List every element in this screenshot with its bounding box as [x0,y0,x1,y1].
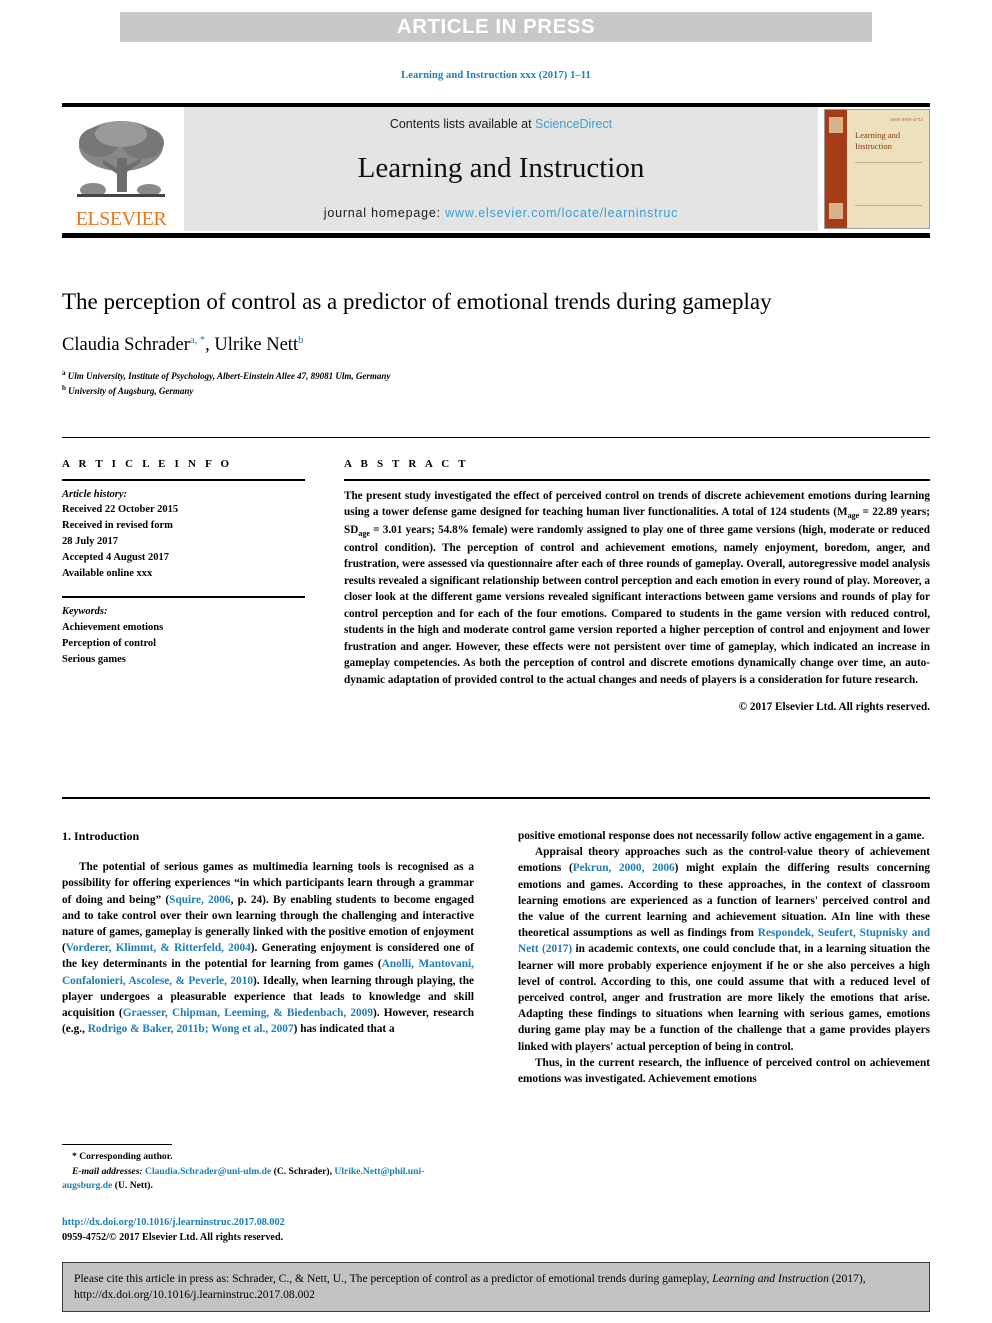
citation-link[interactable]: Rodrigo & Baker, 2011b; Wong et al., 200… [88,1023,294,1035]
abstract-part-1: The present study investigated the effec… [344,489,930,518]
keywords-label: Keywords: [62,605,108,617]
abstract-sub-age-2: age [358,529,370,539]
journal-running-head: Learning and Instruction xxx (2017) 1–11 [401,70,591,81]
citation-link[interactable]: Vorderer, Klimmt, & Ritterfeld, 2004 [66,942,251,954]
citation-link[interactable]: Squire, 2006 [169,894,230,906]
cover-title: Learning and Instruction [855,130,923,151]
doi-block: http://dx.doi.org/10.1016/j.learninstruc… [62,1215,474,1246]
cover-issn-text: ISSN 0959-4752 [890,117,923,122]
author-2-markers[interactable]: b [298,335,303,346]
citation-link[interactable]: Pekrun, 2000, 2006 [573,862,675,874]
cover-divider-top [855,162,922,163]
article-in-press-banner: ARTICLE IN PRESS [120,12,872,42]
abstract-part-3: = 3.01 years; 54.8% female) were randoml… [344,523,930,686]
body-paragraph: Appraisal theory approaches such as the … [518,844,930,1055]
cover-spine [825,110,847,228]
body-text: in academic contexts, one could conclude… [518,943,930,1053]
article-history-line: 28 July 2017 [62,536,119,548]
doi-link[interactable]: http://dx.doi.org/10.1016/j.learninstruc… [62,1215,474,1230]
affiliation-text-a: Ulm University, Institute of Psychology,… [67,370,391,381]
cover-title-line2: Instruction [855,140,892,151]
article-history-label: Article history: [62,488,128,500]
email-addresses-note: E-mail addresses: Claudia.Schrader@uni-u… [62,1165,474,1194]
keyword-item: Achievement emotions [62,621,164,633]
cover-spine-mark-top [829,117,843,133]
journal-homepage-line: journal homepage: www.elsevier.com/locat… [324,206,678,220]
article-history-line: Accepted 4 August 2017 [62,552,170,564]
section-heading-introduction: 1. Introduction [62,829,140,843]
keyword-item: Serious games [62,653,126,665]
elsevier-tree-icon [77,121,165,197]
affiliation-marker-b: b [62,384,66,393]
footnote-block: * Corresponding author. E-mail addresses… [62,1150,474,1194]
title-block: The perception of control as a predictor… [62,287,862,399]
body-paragraph: positive emotional response does not nec… [518,830,925,842]
affiliation-text-b: University of Augsburg, Germany [68,386,194,397]
masthead-body: ELSEVIER Contents lists available at Sci… [62,107,930,231]
body-paragraph: The potential of serious games as multim… [62,859,474,1037]
elsevier-logo: ELSEVIER [62,107,180,231]
keywords-group: Keywords: Achievement emotions Perceptio… [62,598,305,668]
author-separator: , [205,335,215,356]
article-in-press-label: ARTICLE IN PRESS [396,15,596,38]
email-owner-1: (C. Schrader), [271,1165,335,1177]
author-list: Claudia Schradera, *, Ulrike Nettb [62,334,862,356]
contents-available-line: Contents lists available at ScienceDirec… [390,117,612,131]
keyword-item: Perception of control [62,637,157,649]
author-name-1: Claudia Schrader [62,335,190,356]
citation-text-a: Please cite this article in press as: Sc… [74,1272,713,1285]
journal-cover-thumbnail: ISSN 0959-4752 Learning and Instruction [824,109,930,229]
article-info-column: A R T I C L E I N F O Article history: R… [62,458,305,668]
article-info-spacer [62,582,305,596]
journal-masthead: ELSEVIER Contents lists available at Sci… [62,103,930,238]
author-1-markers[interactable]: a, * [190,335,205,346]
corresponding-author-note: * Corresponding author. [72,1151,173,1162]
abstract-copyright: © 2017 Elsevier Ltd. All rights reserved… [738,701,930,713]
article-info-heading: A R T I C L E I N F O [62,458,233,470]
journal-homepage-link[interactable]: www.elsevier.com/locate/learninstruc [445,206,678,220]
email-link-schrader[interactable]: Claudia.Schrader@uni-ulm.de [145,1166,271,1177]
contents-prefix: Contents lists available at [389,117,536,131]
affiliation-list: a Ulm University, Institute of Psycholog… [62,368,862,399]
email-addresses-label: E-mail addresses: [72,1165,143,1177]
article-history-line: Received 22 October 2015 [62,504,179,516]
citation-journal-name: Learning and Instruction [712,1272,829,1285]
sciencedirect-link[interactable]: ScienceDirect [535,117,612,131]
elsevier-wordmark: ELSEVIER [75,208,167,230]
affiliation-marker-a: a [62,368,66,377]
page-title: The perception of control as a predictor… [62,289,772,314]
article-history-line: Available online xxx [62,568,153,580]
author-name-2: Ulrike Nett [214,335,299,356]
article-history-line: Received in revised form [62,520,173,532]
footnote-divider [62,1144,172,1145]
abstract-column: A B S T R A C T The present study invest… [344,458,930,713]
article-history-group: Article history: Received 22 October 201… [62,481,305,583]
masthead-bottom-rule [62,233,930,238]
cover-title-line1: Learning and [855,130,901,140]
abstract-heading: A B S T R A C T [344,458,469,470]
affiliation-item: a Ulm University, Institute of Psycholog… [62,368,862,384]
cover-divider-bottom [855,205,922,206]
abstract-body: The present study investigated the effec… [344,481,930,689]
body-paragraph: Thus, in the current research, the influ… [518,1056,930,1086]
cover-spine-mark-bottom [829,203,843,219]
citation-link[interactable]: Graesser, Chipman, Leeming, & Biedenbach… [123,1007,373,1019]
journal-band: Contents lists available at ScienceDirec… [184,107,818,231]
citation-footer-box: Please cite this article in press as: Sc… [62,1262,930,1312]
journal-title: Learning and Instruction [357,152,645,184]
abstract-sub-age-1: age [847,511,860,521]
body-column-right: positive emotional response does not nec… [518,828,930,1087]
title-abstract-divider [62,437,930,438]
citation-footer-text: Please cite this article in press as: Sc… [74,1271,918,1304]
homepage-prefix: journal homepage: [323,206,446,220]
abstract-body-divider [62,797,930,799]
issn-copyright-line: 0959-4752/© 2017 Elsevier Ltd. All right… [62,1232,284,1244]
email-owner-2: (U. Nett). [112,1180,153,1192]
body-text: ) has indicated that a [293,1023,395,1036]
affiliation-item: b University of Augsburg, Germany [62,383,862,399]
body-column-left: 1. Introduction The potential of serious… [62,828,474,1037]
